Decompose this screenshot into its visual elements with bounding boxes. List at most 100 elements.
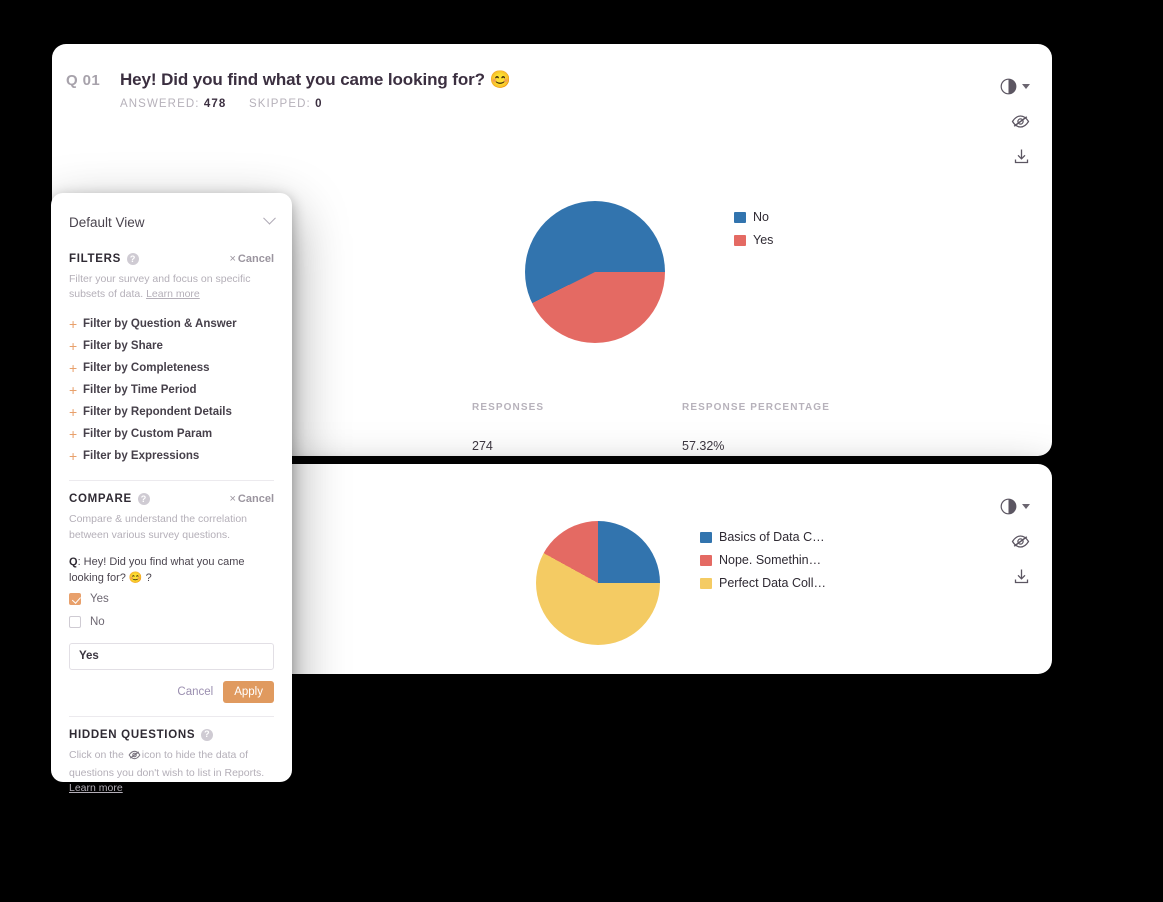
view-selector[interactable]: Default View — [69, 193, 276, 251]
filter-label: Filter by Time Period — [83, 384, 197, 397]
filter-label: Filter by Custom Param — [83, 428, 213, 441]
compare-title-group: COMPARE ? — [69, 493, 150, 506]
filter-panel: Default View FILTERS ? × Cancel Filter yo… — [51, 193, 292, 794]
checkbox-yes-label: Yes — [90, 593, 109, 606]
download-icon — [1013, 148, 1030, 165]
filter-label: Filter by Expressions — [83, 450, 200, 463]
filters-cancel-link[interactable]: × Cancel — [229, 253, 274, 265]
plus-icon: + — [69, 382, 78, 399]
checkbox-no[interactable] — [69, 616, 81, 629]
pie-chart-q2 — [536, 521, 660, 645]
compare-apply-button[interactable]: Apply — [223, 680, 274, 703]
skipped-value: 0 — [315, 98, 323, 110]
chevron-down-icon — [263, 211, 276, 225]
legend-item[interactable]: Yes — [734, 233, 773, 247]
compare-question-text: : Hey! Did you find what you came lookin… — [69, 555, 245, 585]
table-cell-responses: 274 — [472, 438, 493, 453]
legend-label: Perfect Data Coll… — [719, 576, 826, 590]
filter-by-share[interactable]: + Filter by Share — [69, 335, 274, 357]
compare-cancel-link[interactable]: × Cancel — [229, 493, 274, 505]
filter-by-time-period[interactable]: + Filter by Time Period — [69, 379, 274, 401]
plus-icon: + — [69, 426, 78, 443]
plus-icon: + — [69, 360, 78, 377]
legend-swatch-basics — [700, 531, 712, 543]
filter-label: Filter by Share — [83, 340, 163, 353]
compare-option-no[interactable]: No — [69, 612, 274, 633]
plus-icon: + — [69, 404, 78, 421]
close-icon: × — [229, 253, 236, 265]
table-header-responses: RESPONSES — [472, 401, 545, 413]
view-selector-label: Default View — [69, 214, 145, 230]
compare-section-header: COMPARE ? × Cancel — [69, 493, 274, 506]
filter-by-expressions[interactable]: + Filter by Expressions — [69, 445, 274, 467]
app-stage: Q 01 Hey! Did you find what you came loo… — [0, 0, 1163, 902]
legend-swatch-no — [734, 211, 746, 223]
legend-label: Yes — [753, 233, 774, 247]
section-divider — [69, 480, 274, 482]
help-icon[interactable]: ? — [137, 493, 150, 506]
legend-label: Nope. Somethin… — [719, 553, 822, 567]
hidden-questions-title-group: HIDDEN QUESTIONS ? — [69, 728, 214, 741]
hidden-questions-section-header: HIDDEN QUESTIONS ? — [69, 728, 274, 741]
filter-label: Filter by Question & Answer — [83, 318, 237, 331]
filters-description: Filter your survey and focus on specific… — [69, 272, 274, 302]
compare-option-yes[interactable]: Yes — [69, 589, 274, 610]
compare-value-input[interactable] — [69, 642, 274, 670]
hide-question-button[interactable] — [986, 534, 1030, 549]
question-meta: ANSWERED: 478 SKIPPED: 0 — [120, 98, 511, 110]
chevron-down-icon — [1022, 504, 1030, 509]
filter-by-completeness[interactable]: + Filter by Completeness — [69, 357, 274, 379]
chart-legend-q1: No Yes — [734, 210, 773, 256]
filter-by-question-answer[interactable]: + Filter by Question & Answer — [69, 313, 274, 335]
table-row: 274 57.32% — [172, 422, 1018, 469]
question-header-1: Q 01 Hey! Did you find what you came loo… — [66, 70, 511, 110]
checkbox-no-label: No — [90, 616, 105, 629]
filter-options-list: + Filter by Question & Answer + Filter b… — [69, 313, 274, 467]
filter-by-respondent-details[interactable]: + Filter by Repondent Details — [69, 401, 274, 423]
hidden-questions-description: Click on the icon to hide the data of qu… — [69, 748, 274, 797]
hide-question-button[interactable] — [986, 114, 1030, 129]
compare-description: Compare & understand the correlation bet… — [69, 513, 248, 541]
hidden-questions-title: HIDDEN QUESTIONS — [69, 728, 196, 741]
download-icon — [1013, 568, 1030, 585]
help-icon[interactable]: ? — [126, 253, 139, 265]
chart-type-button[interactable] — [986, 498, 1030, 515]
section-divider — [69, 715, 274, 717]
download-button[interactable] — [986, 568, 1030, 585]
plus-icon: + — [69, 316, 78, 333]
legend-item[interactable]: Basics of Data C… — [700, 530, 826, 544]
download-button[interactable] — [986, 148, 1030, 165]
legend-item[interactable]: Nope. Somethin… — [700, 553, 826, 567]
question-title: Hey! Did you find what you came looking … — [120, 70, 511, 89]
hidden-questions-learn-more-link[interactable]: Learn more — [69, 782, 123, 794]
pie-chart-type-icon — [1000, 498, 1017, 515]
card-toolbar-1 — [986, 78, 1030, 184]
legend-swatch-perfect — [700, 577, 712, 589]
legend-label: No — [753, 210, 769, 224]
compare-question-prefix: Q — [69, 555, 78, 568]
table-header-percentage: RESPONSE PERCENTAGE — [682, 401, 830, 413]
checkbox-yes[interactable] — [69, 593, 81, 606]
hide-eye-icon — [1011, 114, 1030, 129]
close-icon: × — [229, 493, 236, 506]
table-header-row: RESPONSES RESPONSE PERCENTAGE — [172, 392, 1018, 422]
hidden-questions-description-before: Click on the — [69, 748, 124, 761]
chevron-down-icon — [1022, 84, 1030, 89]
legend-item[interactable]: No — [734, 210, 773, 224]
pie-chart-type-icon — [1000, 78, 1017, 95]
compare-cancel-button[interactable]: Cancel — [177, 686, 213, 698]
filters-learn-more-link[interactable]: Learn more — [146, 288, 200, 300]
plus-icon: + — [69, 338, 78, 355]
filters-title: FILTERS — [69, 253, 121, 265]
compare-cancel-label: Cancel — [237, 493, 274, 506]
filter-label: Filter by Completeness — [83, 362, 210, 375]
question-number: Q 01 — [66, 72, 101, 89]
answered-value: 478 — [203, 98, 227, 110]
help-icon[interactable]: ? — [201, 728, 214, 741]
skipped-label: SKIPPED: — [248, 98, 311, 110]
legend-swatch-nope — [700, 554, 712, 566]
filter-by-custom-param[interactable]: + Filter by Custom Param — [69, 423, 274, 445]
chart-type-button[interactable] — [986, 78, 1030, 95]
legend-item[interactable]: Perfect Data Coll… — [700, 576, 826, 590]
compare-title: COMPARE — [69, 493, 132, 506]
